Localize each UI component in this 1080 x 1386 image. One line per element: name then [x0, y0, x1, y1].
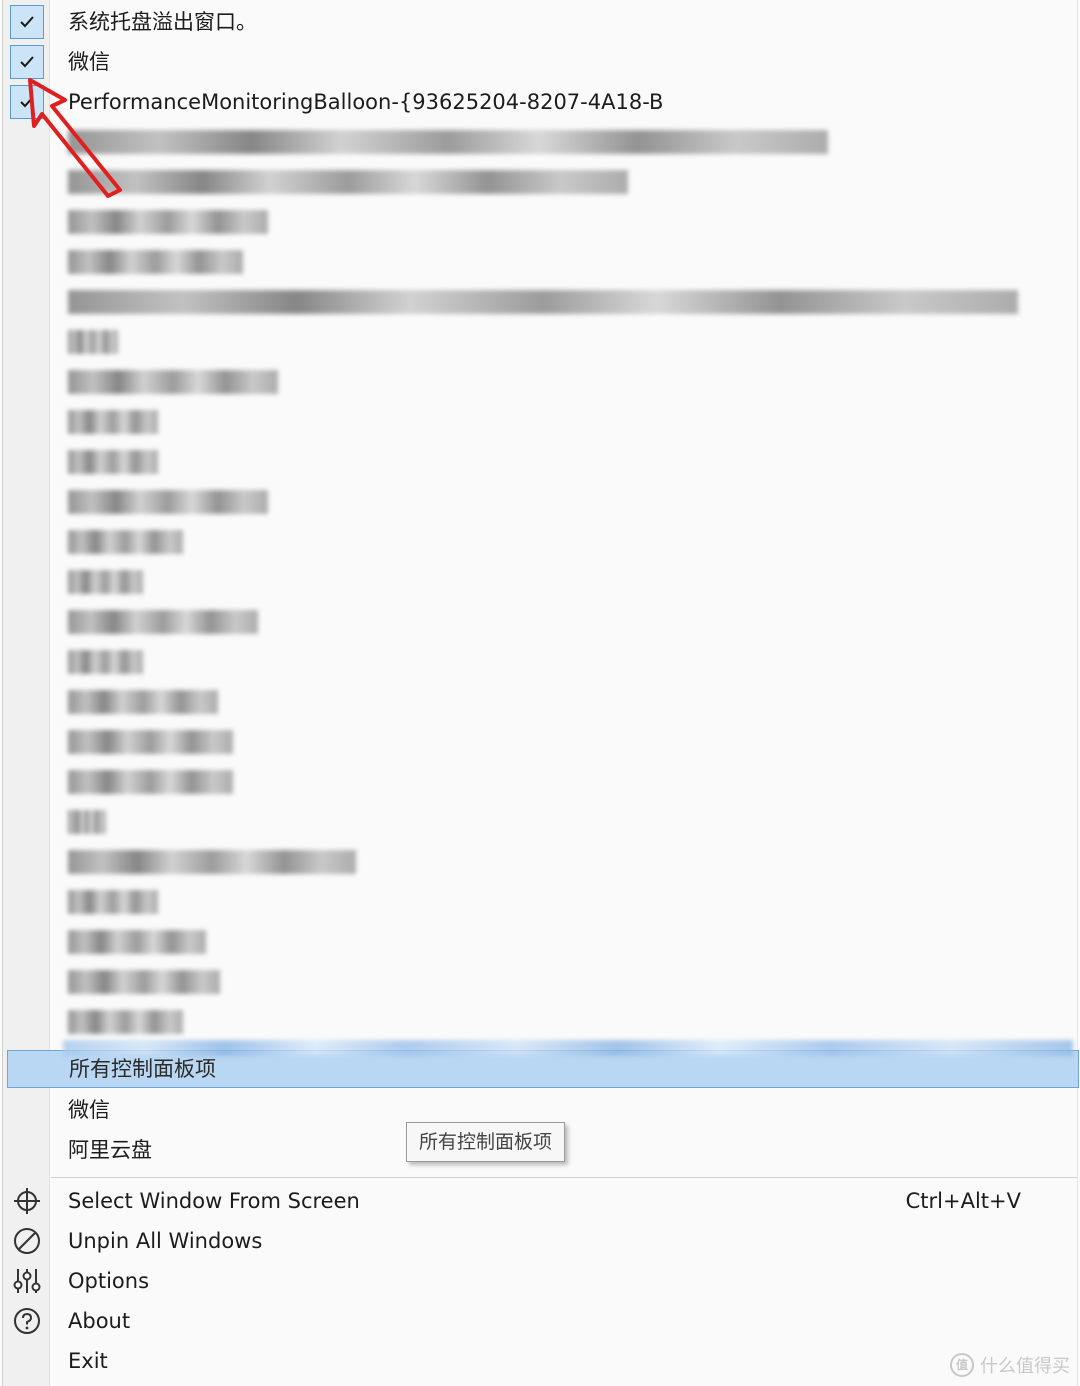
menu-item-redacted[interactable]: [3, 1002, 1077, 1042]
exit-item[interactable]: Exit: [3, 1341, 1077, 1381]
menu-item-redacted[interactable]: [3, 962, 1077, 1002]
redacted-text: [68, 490, 268, 514]
redacted-text: [68, 610, 258, 634]
question-circle-icon: [14, 1308, 40, 1334]
redacted-text: [68, 810, 106, 834]
redacted-text: [68, 730, 233, 754]
redacted-text: [68, 650, 143, 674]
menu-item-redacted[interactable]: [3, 322, 1077, 362]
menu-item-wechat-pinned[interactable]: 微信: [3, 42, 1077, 82]
menu-item-redacted[interactable]: [3, 762, 1077, 802]
crosshair-icon: [14, 1188, 40, 1214]
menu-item-redacted[interactable]: [3, 402, 1077, 442]
menu-item-redacted[interactable]: [3, 282, 1077, 322]
check-icon: [10, 45, 44, 79]
prohibited-icon: [14, 1228, 40, 1254]
menu-item-label: PerformanceMonitoringBalloon-{93625204-8…: [68, 90, 664, 114]
redacted-text: [68, 770, 233, 794]
menu-item-label: About: [68, 1309, 131, 1333]
redacted-text: [68, 330, 118, 354]
check-icon: [10, 5, 44, 39]
menu-item-label: 阿里云盘: [68, 1138, 152, 1162]
redacted-text: [68, 570, 143, 594]
menu-item-redacted[interactable]: [3, 802, 1077, 842]
menu-item-redacted[interactable]: [3, 242, 1077, 282]
menu-item-redacted[interactable]: [3, 522, 1077, 562]
menu-item-redacted[interactable]: [3, 362, 1077, 402]
context-menu: 系统托盘溢出窗口。 微信 PerformanceMonitoringBalloo…: [2, 0, 1079, 1386]
watermark: 值 什么值得买: [950, 1352, 1070, 1378]
redacted-text: [68, 970, 220, 994]
menu-item-redacted[interactable]: [3, 682, 1077, 722]
menu-item-redacted[interactable]: [3, 642, 1077, 682]
menu-item-redacted[interactable]: [3, 842, 1077, 882]
redacted-text: [68, 250, 243, 274]
redacted-text: [63, 1040, 1073, 1056]
unpin-all-windows-item[interactable]: Unpin All Windows: [3, 1221, 1077, 1261]
redacted-text: [68, 930, 206, 954]
menu-item-redacted[interactable]: [3, 442, 1077, 482]
redacted-text: [68, 170, 628, 194]
redacted-text: [68, 450, 158, 474]
redacted-text: [68, 370, 278, 394]
redacted-text: [68, 850, 356, 874]
redacted-text: [68, 890, 158, 914]
menu-separator: [51, 1177, 1077, 1178]
menu-item-label: 系统托盘溢出窗口。: [68, 10, 257, 34]
redacted-text: [68, 290, 1018, 314]
check-icon: [10, 85, 44, 119]
menu-item-label: Select Window From Screen: [68, 1189, 360, 1213]
menu-item-redacted[interactable]: [3, 482, 1077, 522]
menu-item-performance-monitoring[interactable]: PerformanceMonitoringBalloon-{93625204-8…: [3, 82, 1077, 122]
about-item[interactable]: About: [3, 1301, 1077, 1341]
redacted-text: [68, 1010, 183, 1034]
menu-item-redacted[interactable]: [3, 122, 1077, 162]
menu-item-label: 微信: [68, 1098, 110, 1122]
menu-item-label: 微信: [68, 50, 110, 74]
menu-item-redacted[interactable]: [3, 202, 1077, 242]
redacted-text: [68, 410, 158, 434]
menu-item-redacted[interactable]: [3, 162, 1077, 202]
redacted-text: [68, 690, 218, 714]
menu-item-system-tray-overflow[interactable]: 系统托盘溢出窗口。: [3, 2, 1077, 42]
menu-item-redacted[interactable]: [3, 562, 1077, 602]
menu-item-redacted[interactable]: [3, 922, 1077, 962]
redacted-text: [68, 130, 828, 154]
menu-item-redacted[interactable]: [3, 882, 1077, 922]
redacted-text: [68, 210, 268, 234]
sliders-icon: [13, 1269, 41, 1293]
watermark-text: 什么值得买: [980, 1356, 1070, 1377]
menu-item-label: Exit: [68, 1349, 108, 1373]
menu-item-redacted[interactable]: [3, 722, 1077, 762]
options-item[interactable]: Options: [3, 1261, 1077, 1301]
tooltip: 所有控制面板项: [406, 1122, 566, 1162]
select-window-from-screen-item[interactable]: Select Window From Screen Ctrl+Alt+V: [3, 1181, 1077, 1221]
watermark-logo-icon: 值: [950, 1353, 974, 1377]
menu-item-label: Unpin All Windows: [68, 1229, 263, 1253]
redacted-text: [68, 530, 183, 554]
shortcut-label: Ctrl+Alt+V: [905, 1189, 1021, 1213]
menu-item-label: Options: [68, 1269, 150, 1293]
menu-item-redacted[interactable]: [3, 602, 1077, 642]
